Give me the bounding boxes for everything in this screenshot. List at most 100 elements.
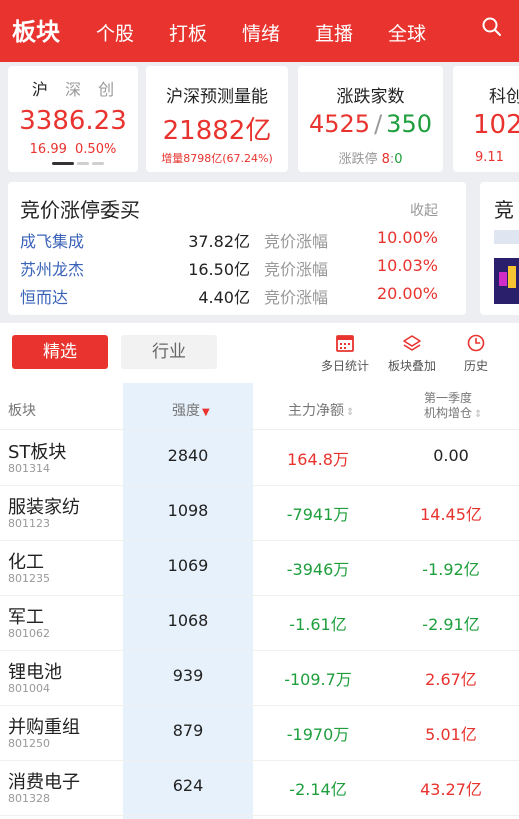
volume-forecast-card[interactable]: 沪深预测量能 21882亿 增量8798亿(67.24%)	[146, 66, 288, 172]
auction-row[interactable]: 恒而达 4.40亿 竞价涨幅 20.00%	[8, 284, 466, 312]
index-tab-cy[interactable]: 创	[98, 80, 114, 99]
volume-increment: 增量8798亿(67.24%)	[146, 150, 288, 166]
inst-increase-value: 14.45亿	[420, 505, 482, 524]
nav-tab-global[interactable]: 全球	[388, 19, 426, 46]
auction-change-label: 竞价涨幅	[264, 260, 329, 279]
strength-value: 939	[172, 666, 204, 685]
search-icon[interactable]	[481, 16, 503, 38]
sector-name: 服装家纺	[8, 497, 80, 518]
sector-code: 801235	[8, 572, 50, 585]
advance-decline-card[interactable]: 涨跌家数 4525/350 涨跌停 8:0	[298, 66, 443, 172]
index-tab-sh[interactable]: 沪	[32, 80, 48, 99]
layers-icon	[403, 335, 421, 351]
limit-up-down: 涨跌停 8:0	[298, 148, 443, 167]
strength-value: 2840	[167, 446, 209, 465]
inst-increase-value: -2.91亿	[422, 615, 480, 634]
auction-row[interactable]: 成飞集成 37.82亿 竞价涨幅 10.00%	[8, 228, 466, 256]
blurred-content	[494, 230, 519, 244]
index-card[interactable]: 沪 深 创 3386.23 16.99 0.50%	[8, 66, 138, 172]
auction-row[interactable]: 苏州龙杰 16.50亿 竞价涨幅 10.03%	[8, 256, 466, 284]
star-market-card[interactable]: 科创 102 9.11	[453, 66, 519, 172]
page-dot	[77, 162, 89, 165]
header-inst-increase[interactable]: 第一季度 机构增仓 ⇕	[424, 391, 482, 422]
header-inst-line1: 第一季度	[424, 391, 473, 405]
tab-featured[interactable]: 精选	[12, 335, 108, 369]
table-row[interactable]: 消费电子 801328 624 -2.14亿 43.27亿	[0, 760, 519, 816]
sector-code: 801328	[8, 792, 50, 805]
sector-name: 化工	[8, 552, 44, 573]
sector-code: 801004	[8, 682, 50, 695]
index-value: 3386.23	[19, 106, 127, 136]
net-flow-value: -3946万	[286, 560, 350, 579]
sector-overlay-button[interactable]: 板块叠加	[380, 333, 444, 374]
limit-down-count: 0	[394, 152, 403, 167]
header-net-flow-label: 主力净额	[288, 403, 344, 419]
index-change: 16.99 0.50%	[8, 142, 138, 157]
count-separator: /	[374, 110, 383, 138]
sector-name: 并购重组	[8, 717, 80, 738]
collapse-button[interactable]: 收起	[410, 200, 438, 220]
sector-name: 锂电池	[8, 662, 62, 683]
next-panel-peek[interactable]: 竞	[480, 182, 519, 315]
stock-name-link[interactable]: 成飞集成	[20, 228, 84, 252]
volume-increment-label: 增量	[161, 152, 184, 165]
strength-value: 1069	[167, 556, 209, 575]
inst-increase-value: 2.67亿	[425, 670, 477, 689]
table-row[interactable]: 服装家纺 801123 1098 -7941万 14.45亿	[0, 485, 519, 541]
page-indicator	[52, 162, 107, 178]
header-strength[interactable]: 强度 ▼	[172, 400, 210, 420]
table-row[interactable]: 锂电池 801004 939 -109.7万 2.67亿	[0, 650, 519, 706]
sector-list-panel: 精选 行业 多日统计 板块叠加 历史 板块 强度 ▼ 主力净额 ⇕ 第一季度 机…	[0, 323, 519, 819]
nav-tab-stocks[interactable]: 个股	[96, 19, 134, 46]
star-change: 9.11	[475, 150, 504, 165]
tab-industry[interactable]: 行业	[121, 335, 217, 369]
table-row[interactable]: 并购重组 801250 879 -1970万 5.01亿	[0, 705, 519, 761]
stock-name-link[interactable]: 苏州龙杰	[20, 256, 84, 280]
bid-amount: 16.50亿	[188, 260, 250, 279]
volume-value: 21882亿	[162, 116, 272, 146]
index-change-points: 16.99	[29, 142, 67, 157]
auction-limit-up-panel: 竞价涨停委买 收起 成飞集成 37.82亿 竞价涨幅 10.00% 苏州龙杰 1…	[8, 182, 466, 315]
clock-icon	[467, 334, 485, 352]
auction-change-label: 竞价涨幅	[264, 288, 329, 307]
volume-card-title: 沪深预测量能	[166, 87, 268, 107]
nav-tab-limit-board[interactable]: 打板	[169, 19, 207, 46]
table-row[interactable]: ST板块 801314 2840 164.8万 0.00	[0, 430, 519, 486]
bid-amount: 4.40亿	[198, 288, 250, 307]
table-row[interactable]: 军工 801062 1068 -1.61亿 -2.91亿	[0, 595, 519, 651]
star-card-title: 科创	[489, 87, 519, 107]
strength-value: 624	[172, 776, 204, 795]
advance-count: 4525	[309, 110, 371, 138]
table-row[interactable]: 化工 801235 1069 -3946万 -1.92亿	[0, 540, 519, 596]
breadth-card-title: 涨跌家数	[336, 87, 405, 107]
index-tab-sz[interactable]: 深	[65, 80, 81, 99]
auction-change-pct: 10.00%	[376, 228, 438, 247]
calendar-icon	[336, 335, 354, 352]
multi-day-stats-button[interactable]: 多日统计	[313, 333, 377, 374]
page-dot	[92, 162, 104, 165]
inst-increase-value: 0.00	[433, 446, 469, 465]
sector-code: 801250	[8, 737, 50, 750]
history-button[interactable]: 历史	[444, 333, 508, 374]
sort-icon: ⇕	[474, 409, 483, 420]
header-sector: 板块	[8, 403, 36, 419]
net-flow-value: -2.14亿	[289, 780, 347, 799]
sector-name: 军工	[8, 607, 44, 628]
nav-tab-live[interactable]: 直播	[315, 19, 353, 46]
net-flow-value: 164.8万	[287, 450, 349, 469]
strength-value: 879	[172, 721, 204, 740]
auction-change-pct: 10.03%	[376, 256, 438, 275]
sector-overlay-label: 板块叠加	[387, 359, 436, 373]
sort-icon: ⇕	[346, 407, 355, 418]
multi-day-stats-label: 多日统计	[320, 359, 369, 373]
volume-increment-value: 8798亿(67.24%)	[183, 152, 273, 165]
auction-change-label: 竞价涨幅	[264, 232, 329, 251]
header-strength-label: 强度	[172, 403, 200, 419]
star-value: 102	[473, 110, 519, 140]
header-net-flow[interactable]: 主力净额 ⇕	[288, 400, 354, 420]
nav-tab-sentiment[interactable]: 情绪	[242, 19, 280, 46]
net-flow-value: -1970万	[286, 725, 350, 744]
sector-code: 801062	[8, 627, 50, 640]
sector-code: 801123	[8, 517, 50, 530]
stock-name-link[interactable]: 恒而达	[20, 284, 68, 308]
